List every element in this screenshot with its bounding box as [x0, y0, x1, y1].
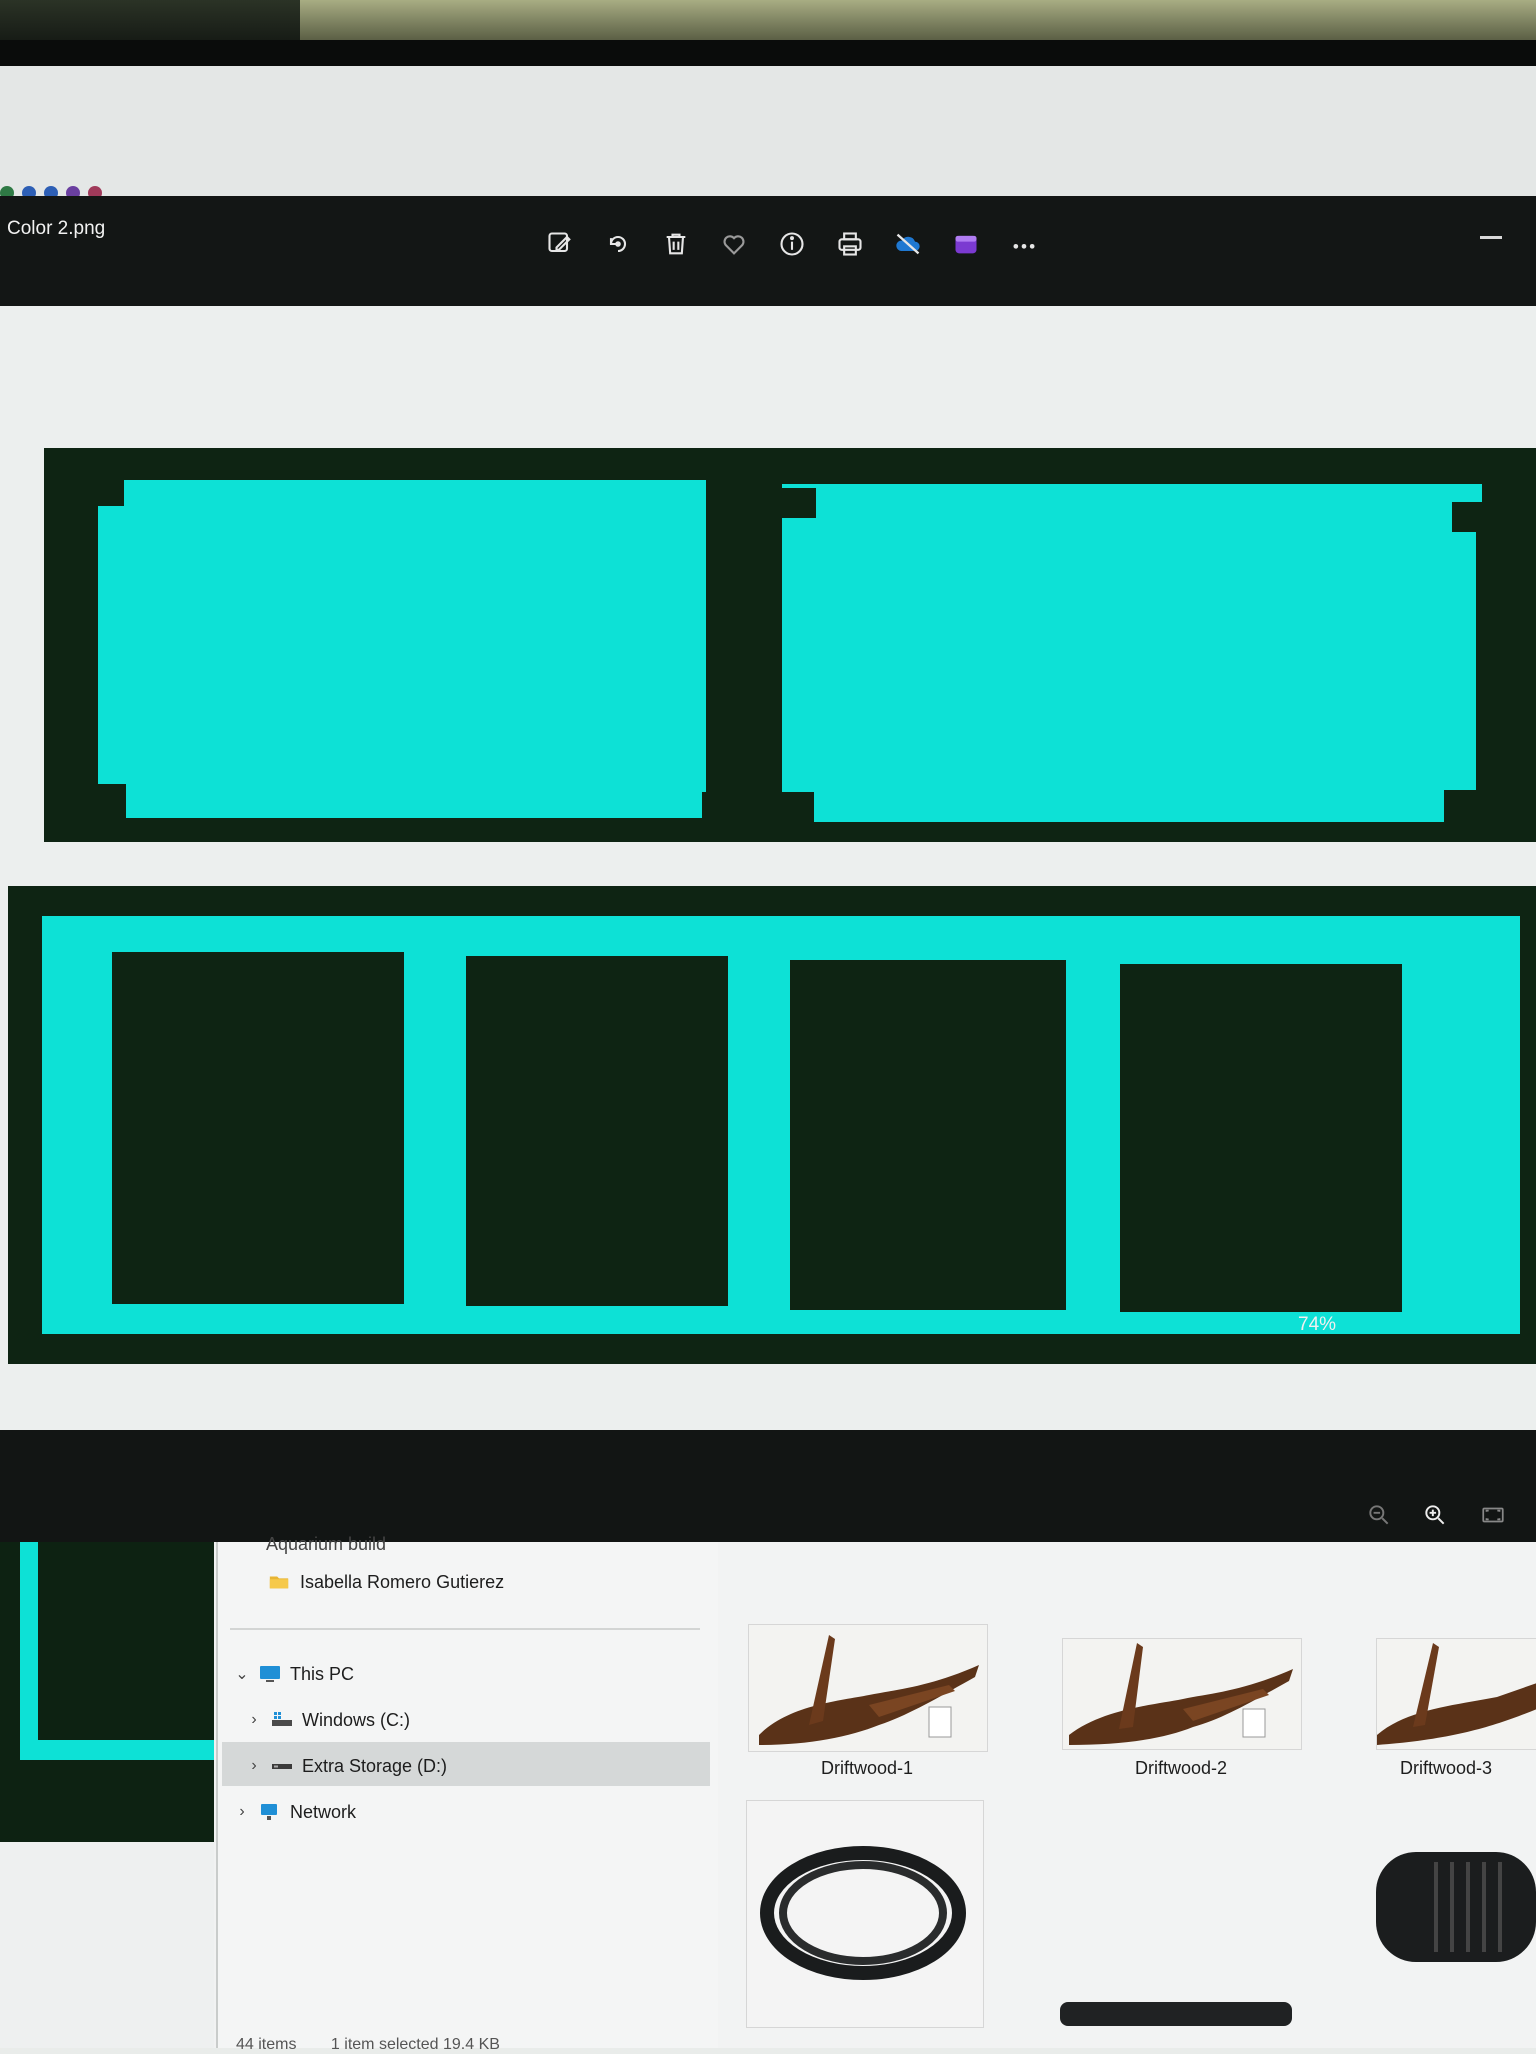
delete-icon[interactable]: [656, 224, 696, 264]
nav-item-label: Windows (C:): [302, 1709, 411, 1730]
nav-item-network[interactable]: › Network: [234, 1792, 356, 1832]
nav-item-drive-d[interactable]: › Extra Storage (D:): [246, 1746, 447, 1786]
monitor-bezel-edge: [0, 40, 1536, 66]
tubing-image: [747, 1801, 983, 2027]
stand-door-3: [790, 960, 1066, 1310]
minimize-button[interactable]: [1480, 236, 1502, 239]
selection-info: 1 item selected 19.4 KB: [330, 2036, 500, 2053]
room-background: [300, 0, 1536, 40]
stand-door-4: [1120, 964, 1402, 1312]
corner-bracket-bl: [70, 784, 126, 818]
photos-app-window: Color 2.png: [0, 196, 1536, 1542]
left-edge-strip: [72, 506, 98, 786]
folder-icon: [269, 1576, 289, 1589]
window-title: Color 2.png: [7, 218, 106, 239]
explorer-status-bar: 44 items 1 item selected 19.4 KB: [236, 2036, 500, 2054]
print-icon[interactable]: [830, 224, 870, 264]
nav-item-label: Isabella Romero Gutierez: [300, 1571, 505, 1592]
desktop-area: [0, 66, 1536, 196]
tank-top-right-pane: [782, 484, 1482, 822]
zoom-in-icon: [1425, 1505, 1445, 1525]
network-icon: [261, 1804, 277, 1820]
driftwood-image: [749, 1625, 987, 1751]
wavemaker-pump-image: [1376, 1852, 1536, 1962]
background-area: [0, 1842, 214, 2048]
file-label[interactable]: Driftwood-2: [1062, 1758, 1300, 1779]
stand-door-1: [112, 952, 404, 1304]
zoom-out-button[interactable]: [1362, 1498, 1396, 1532]
chevron-down-icon[interactable]: ⌄: [234, 1664, 250, 1684]
chevron-right-icon[interactable]: ›: [246, 1757, 262, 1775]
nav-divider: [230, 1628, 700, 1630]
drive-icon: [272, 1764, 292, 1769]
nav-item-drive-c[interactable]: › Windows (C:): [246, 1700, 410, 1740]
title-bar: Color 2.png: [0, 196, 1536, 306]
corner-bracket-tr: [1452, 502, 1504, 532]
stand-door-2: [466, 956, 728, 1306]
file-label[interactable]: Driftwood-1: [748, 1758, 986, 1779]
hose-image: [1060, 2002, 1292, 2026]
windows-drive-icon: [272, 1712, 292, 1726]
image-canvas: [0, 306, 1536, 1430]
edit-image-icon[interactable]: [540, 224, 580, 264]
rotate-icon[interactable]: [598, 224, 638, 264]
center-post-cap-top: [706, 488, 816, 518]
file-thumbnail-driftwood-3[interactable]: [1376, 1638, 1536, 1750]
chevron-right-icon[interactable]: ›: [246, 1711, 262, 1729]
center-post: [738, 486, 782, 822]
info-icon[interactable]: [772, 224, 812, 264]
file-thumbnail-pump[interactable]: [1376, 1842, 1536, 1972]
nav-item-label: Extra Storage (D:): [302, 1755, 448, 1776]
zoom-out-icon: [1369, 1505, 1389, 1525]
file-label[interactable]: Driftwood-3: [1400, 1758, 1536, 1779]
background-image-peek-dark: [38, 1542, 214, 1740]
onedrive-sync-off-icon[interactable]: [888, 224, 928, 264]
file-thumbnail-driftwood-1[interactable]: [748, 1624, 988, 1752]
nav-item-folder[interactable]: Isabella Romero Gutierez: [268, 1562, 504, 1602]
file-thumbnail-hose[interactable]: [1058, 1992, 1294, 2048]
file-thumbnail-tubing[interactable]: [746, 1800, 984, 2028]
file-thumbnail-driftwood-2[interactable]: [1062, 1638, 1302, 1750]
zoom-in-button[interactable]: [1418, 1498, 1452, 1532]
computer-icon: [260, 1666, 280, 1682]
nav-item-label: Network: [290, 1801, 357, 1822]
driftwood-image: [1063, 1639, 1301, 1749]
nav-item-label: This PC: [290, 1663, 355, 1684]
nav-item-this-pc[interactable]: ⌄ This PC: [234, 1654, 354, 1694]
favorite-icon[interactable]: [714, 224, 754, 264]
right-edge-strip: [1476, 530, 1502, 792]
more-options-icon[interactable]: [1004, 224, 1044, 264]
fit-window-icon: [1482, 1507, 1504, 1523]
nav-item-label: Aquarium build: [266, 1533, 387, 1554]
driftwood-image: [1377, 1639, 1536, 1749]
viewer-status-bar: [0, 1430, 1536, 1542]
nav-item-partial[interactable]: Aquarium build: [266, 1524, 386, 1564]
zoom-level: 74%: [1298, 1314, 1337, 1335]
chevron-right-icon[interactable]: ›: [234, 1803, 250, 1821]
corner-bracket-br: [1444, 790, 1500, 824]
file-explorer-window: Aquarium build Isabella Romero Gutierez …: [0, 1534, 1536, 2053]
clipchamp-icon[interactable]: [946, 224, 986, 264]
center-post-cap-bottom: [702, 792, 814, 824]
corner-bracket-tl: [72, 476, 124, 506]
tank-top-left-pane: [96, 480, 706, 818]
fit-to-window-button[interactable]: [1476, 1498, 1510, 1532]
window-dots: [0, 186, 140, 200]
item-count: 44 items: [236, 2036, 297, 2053]
